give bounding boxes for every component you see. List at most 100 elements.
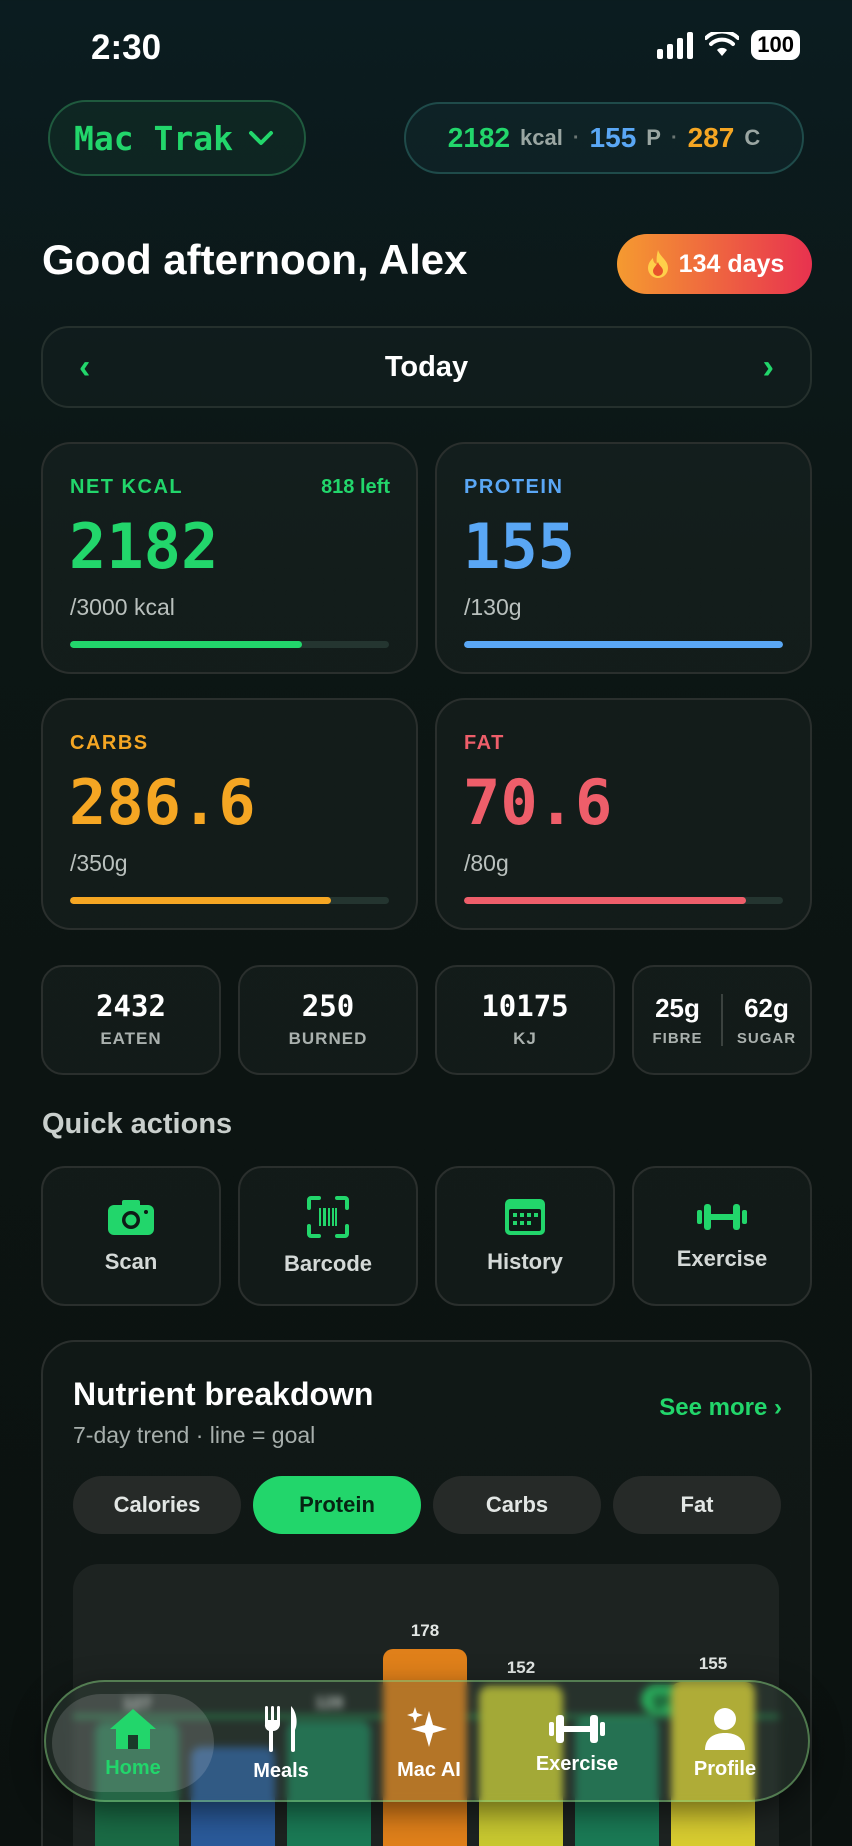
- calendar-icon: [505, 1199, 545, 1235]
- quick-action-label: History: [487, 1249, 563, 1274]
- progress-fill: [70, 897, 332, 904]
- summary-separator: ·: [670, 126, 678, 149]
- chevron-right-icon: ›: [774, 1394, 782, 1421]
- kcal-remaining: 818 left: [321, 476, 390, 498]
- stat-value: 62g: [744, 993, 789, 1023]
- signal-icon: [657, 31, 694, 59]
- net-kcal-card[interactable]: NET KCAL 818 left 2182 /3000 kcal: [41, 442, 418, 674]
- fibre-stat: 25g FIBRE: [634, 993, 721, 1047]
- stat-label: FIBRE: [652, 1030, 703, 1047]
- history-button[interactable]: History: [435, 1166, 615, 1306]
- card-title: FAT: [464, 732, 505, 754]
- dumbbell-icon: [697, 1204, 747, 1230]
- card-title: NET KCAL: [70, 476, 184, 498]
- summary-carbs-unit: C: [744, 125, 761, 150]
- see-more-label: See more: [659, 1394, 768, 1421]
- barcode-button[interactable]: Barcode: [238, 1166, 418, 1306]
- barcode-icon: [307, 1196, 349, 1238]
- progress-fill: [464, 641, 783, 648]
- carbs-card[interactable]: CARBS 286.6 /350g: [41, 698, 418, 930]
- tab-calories[interactable]: Calories: [73, 1476, 241, 1534]
- date-navigator: ‹ Today ›: [41, 326, 812, 408]
- person-icon: [705, 1707, 745, 1750]
- quick-action-label: Barcode: [283, 1251, 373, 1276]
- stat-value: 2432: [96, 989, 166, 1023]
- daily-summary-pill[interactable]: 2182 kcal · 155 P · 287 C: [404, 102, 804, 174]
- home-icon: [110, 1708, 156, 1749]
- sugar-stat: 62g SUGAR: [723, 993, 810, 1047]
- eaten-stat: 2432 EATEN: [41, 965, 221, 1075]
- fibre-sugar-stat: 25g FIBRE 62g SUGAR: [632, 965, 812, 1075]
- stat-value: 25g: [655, 993, 700, 1023]
- nav-label: Mac AI: [397, 1758, 461, 1781]
- bottom-nav: Home Meals Mac AI Exercise Profile: [44, 1680, 810, 1802]
- stat-label: BURNED: [288, 1029, 368, 1048]
- previous-day-button[interactable]: ‹: [79, 348, 90, 387]
- dumbbell-icon: [549, 1714, 605, 1743]
- card-goal: /350g: [70, 850, 128, 876]
- quick-action-label: Scan: [104, 1249, 158, 1274]
- tab-fat[interactable]: Fat: [613, 1476, 781, 1534]
- scan-button[interactable]: Scan: [41, 1166, 221, 1306]
- streak-badge[interactable]: 134 days: [617, 234, 812, 294]
- streak-label: 134 days: [678, 249, 785, 278]
- nav-mac-ai[interactable]: Mac AI: [354, 1694, 504, 1792]
- summary-separator: ·: [572, 126, 580, 149]
- fire-icon: [647, 250, 668, 278]
- bar-value-label: 152: [506, 1658, 536, 1678]
- stat-label: SUGAR: [736, 1030, 797, 1047]
- nav-label: Meals: [253, 1759, 309, 1782]
- sparkles-icon: [407, 1706, 447, 1747]
- camera-icon: [108, 1200, 154, 1235]
- card-goal: /3000 kcal: [70, 594, 175, 620]
- progress-fill: [70, 641, 302, 648]
- summary-carbs: 287: [687, 122, 735, 153]
- summary-protein: 155: [589, 122, 637, 153]
- next-day-button[interactable]: ›: [763, 348, 774, 387]
- protein-card[interactable]: PROTEIN 155 /130g: [435, 442, 812, 674]
- tab-protein[interactable]: Protein: [253, 1476, 421, 1534]
- greeting-title: Good afternoon, Alex: [42, 236, 468, 283]
- progress-track: [70, 641, 389, 648]
- exercise-button[interactable]: Exercise: [632, 1166, 812, 1306]
- stat-value: 250: [301, 989, 355, 1023]
- nav-home[interactable]: Home: [52, 1694, 214, 1792]
- panel-title: Nutrient breakdown: [73, 1376, 374, 1412]
- stat-label: KJ: [513, 1029, 537, 1048]
- chevron-down-icon: [248, 131, 273, 145]
- card-value: 2182: [69, 510, 219, 583]
- fat-card[interactable]: FAT 70.6 /80g: [435, 698, 812, 930]
- burned-stat: 250 BURNED: [238, 965, 418, 1075]
- nav-profile[interactable]: Profile: [650, 1694, 800, 1792]
- tab-carbs[interactable]: Carbs: [433, 1476, 601, 1534]
- summary-protein-unit: P: [646, 125, 661, 150]
- quick-actions-title: Quick actions: [42, 1108, 233, 1140]
- summary-kcal-unit: kcal: [520, 125, 563, 150]
- stat-label: EATEN: [100, 1029, 162, 1048]
- stat-value: 10175: [481, 989, 569, 1023]
- nav-meals[interactable]: Meals: [206, 1694, 356, 1792]
- status-icons: 100: [657, 30, 800, 60]
- card-value: 155: [463, 510, 575, 583]
- kj-stat: 10175 KJ: [435, 965, 615, 1075]
- bar-value-label: 178: [410, 1621, 440, 1641]
- see-more-link[interactable]: See more ›: [659, 1394, 782, 1422]
- fork-knife-icon: [264, 1705, 297, 1752]
- progress-track: [70, 897, 389, 904]
- bar-value-label: 155: [698, 1654, 728, 1674]
- quick-action-label: Exercise: [676, 1246, 768, 1271]
- app-switcher-button[interactable]: Mac Trak: [48, 100, 306, 176]
- progress-fill: [464, 897, 746, 904]
- nav-label: Profile: [693, 1757, 757, 1780]
- wifi-icon: [705, 32, 740, 56]
- progress-track: [464, 897, 783, 904]
- battery-icon: 100: [751, 30, 800, 60]
- nav-label: Home: [105, 1756, 161, 1779]
- card-title: CARBS: [70, 732, 149, 754]
- card-value: 286.6: [69, 766, 256, 839]
- nav-label: Exercise: [535, 1752, 619, 1775]
- app-name: Mac Trak: [74, 118, 233, 158]
- card-goal: /130g: [464, 594, 522, 620]
- card-goal: /80g: [464, 850, 509, 876]
- nav-exercise[interactable]: Exercise: [502, 1694, 652, 1792]
